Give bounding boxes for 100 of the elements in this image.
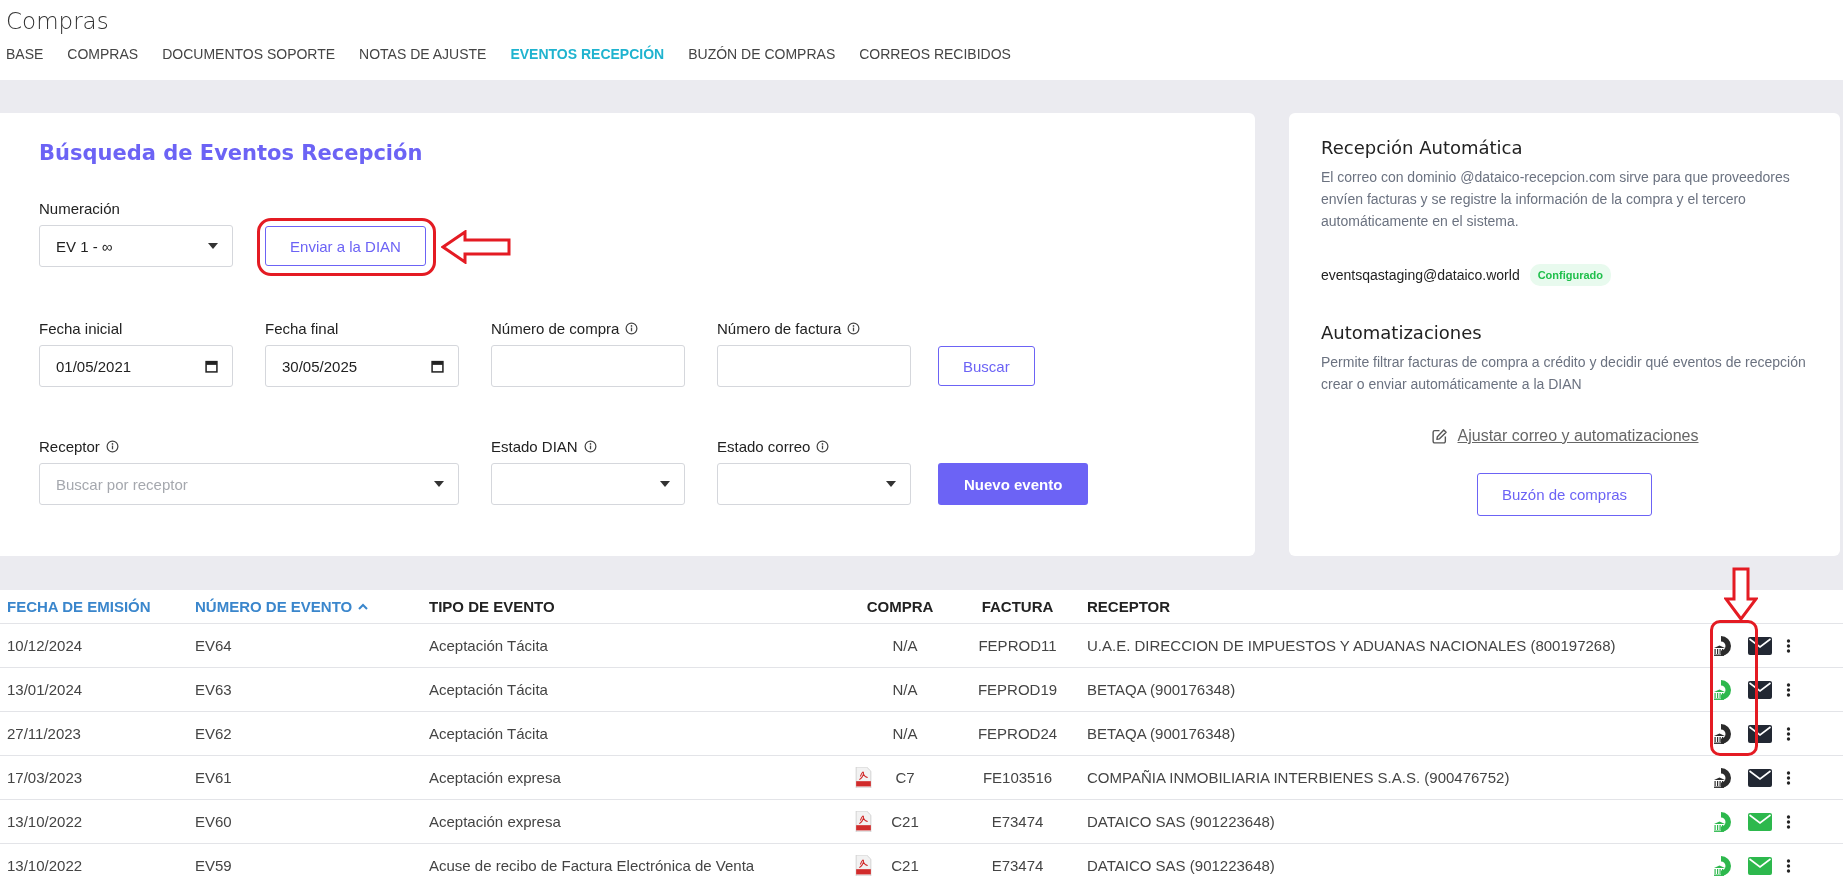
mail-icon[interactable] bbox=[1748, 724, 1772, 743]
table-cell-text: E73474 bbox=[990, 857, 1045, 874]
table-cell-text: 13/10/2022 bbox=[6, 813, 84, 830]
mail-icon[interactable] bbox=[1748, 636, 1772, 655]
dian-status-icon[interactable] bbox=[1712, 634, 1734, 657]
column-header[interactable]: NÚMERO DE EVENTO bbox=[195, 598, 429, 615]
select-field[interactable]: EV 1 - ∞ bbox=[39, 225, 233, 267]
info-icon bbox=[625, 321, 639, 335]
table-cell-text: C7 bbox=[894, 769, 916, 786]
table-cell-text: Aceptación expresa bbox=[429, 769, 562, 786]
input-field[interactable] bbox=[717, 345, 911, 387]
select-field[interactable] bbox=[491, 463, 685, 505]
table-cell-text: FEPROD24 bbox=[976, 725, 1059, 742]
table-cell-text: C21 bbox=[890, 813, 920, 830]
pdf-file-icon[interactable] bbox=[855, 855, 872, 876]
table-cell-text: N/A bbox=[891, 725, 919, 742]
table-cell-text: EV62 bbox=[195, 725, 233, 742]
nav-tab[interactable]: BUZÓN DE COMPRAS bbox=[688, 46, 836, 62]
section-title: Recepción Automática bbox=[1321, 137, 1524, 158]
table-cell-text: Aceptación expresa bbox=[429, 813, 562, 830]
field-label: Estado DIAN bbox=[491, 437, 578, 455]
table-cell-text: Aceptación Tácita bbox=[429, 681, 549, 698]
pdf-file-icon[interactable] bbox=[855, 767, 872, 788]
table-cell-text: 13/10/2022 bbox=[6, 857, 84, 874]
field-label: Receptor bbox=[39, 437, 100, 455]
dropdown-caret-icon bbox=[886, 481, 896, 487]
table-cell-text: 13/01/2024 bbox=[6, 681, 84, 698]
date-field[interactable]: 30/05/2025 bbox=[265, 345, 459, 387]
section-title: Automatizaciones bbox=[1321, 322, 1483, 343]
field-label: Número de factura bbox=[717, 319, 842, 337]
info-icon bbox=[816, 439, 830, 453]
sort-caret-icon bbox=[358, 603, 369, 610]
table-cell-text: U.A.E. DIRECCION DE IMPUESTOS Y ADUANAS NACIONALES (800197268) bbox=[1086, 637, 1617, 654]
dian-status-icon[interactable] bbox=[1712, 722, 1734, 745]
table-cell-text: BETAQA (900176348) bbox=[1086, 725, 1237, 742]
table-cell-text: DATAICO SAS (901223648) bbox=[1086, 813, 1276, 830]
more-options-icon[interactable] bbox=[1786, 725, 1791, 742]
table-cell-text: FEPROD19 bbox=[976, 681, 1059, 698]
table-cell-text: FEPROD11 bbox=[977, 637, 1058, 654]
search-button[interactable]: Buscar bbox=[938, 346, 1035, 386]
pdf-file-icon[interactable] bbox=[855, 811, 872, 832]
calendar-icon bbox=[205, 359, 218, 373]
nav-tab[interactable]: BASE bbox=[6, 46, 44, 62]
field-label: Fecha inicial bbox=[39, 319, 123, 337]
more-options-icon[interactable] bbox=[1786, 813, 1791, 830]
column-header[interactable]: FECHA DE EMISIÓN bbox=[0, 598, 195, 615]
info-icon bbox=[583, 439, 597, 453]
table-cell-text: COMPAÑIA INMOBILIARIA INTERBIENES S.A.S. (900476752) bbox=[1086, 769, 1511, 786]
input-field[interactable] bbox=[491, 345, 685, 387]
edit-icon bbox=[1430, 427, 1448, 445]
select-field[interactable] bbox=[717, 463, 911, 505]
inbox-button[interactable]: Buzón de compras bbox=[1476, 473, 1653, 516]
table-cell-text: DATAICO SAS (901223648) bbox=[1086, 857, 1276, 874]
table-cell-text: 10/12/2024 bbox=[6, 637, 84, 654]
mail-icon[interactable] bbox=[1748, 768, 1772, 787]
more-options-icon[interactable] bbox=[1786, 681, 1791, 698]
send-button[interactable]: Enviar a la DIAN bbox=[265, 226, 426, 266]
more-options-icon[interactable] bbox=[1786, 857, 1791, 874]
email-address: eventsqastaging@dataico.world bbox=[1321, 267, 1520, 283]
field-label: Fecha final bbox=[265, 319, 339, 337]
table-cell-text: E73474 bbox=[990, 813, 1045, 830]
table-cell-text: EV61 bbox=[195, 769, 233, 786]
table-cell-text: 17/03/2023 bbox=[6, 769, 84, 786]
dropdown-caret-icon bbox=[208, 243, 218, 249]
dropdown-caret-icon bbox=[434, 481, 444, 487]
field-label: Numeración bbox=[39, 199, 120, 217]
column-header: FACTURA bbox=[980, 598, 1055, 615]
dropdown-caret-icon bbox=[660, 481, 670, 487]
date-field[interactable]: 01/05/2021 bbox=[39, 345, 233, 387]
table-cell-text: EV60 bbox=[195, 813, 233, 830]
status-badge: Configurado bbox=[1529, 264, 1612, 286]
table-cell-text: N/A bbox=[891, 637, 919, 654]
column-header: TIPO DE EVENTO bbox=[429, 598, 556, 615]
settings-link[interactable]: Ajustar correo y automatizaciones bbox=[1457, 427, 1699, 445]
table-cell-text: EV59 bbox=[195, 857, 233, 874]
mail-icon[interactable] bbox=[1748, 680, 1772, 699]
table-cell-text: Acuse de recibo de Factura Electrónica de Venta bbox=[429, 857, 756, 874]
table-cell-text: C21 bbox=[890, 857, 920, 874]
nav-tab[interactable]: COMPRAS bbox=[67, 46, 139, 62]
new-event-button[interactable]: Nuevo evento bbox=[938, 463, 1089, 505]
field-label: Estado correo bbox=[717, 437, 811, 455]
nav-tab[interactable]: NOTAS DE AJUSTE bbox=[359, 46, 487, 62]
table-cell-text: BETAQA (900176348) bbox=[1086, 681, 1237, 698]
table-cell-text: 27/11/2023 bbox=[6, 725, 82, 742]
more-options-icon[interactable] bbox=[1786, 637, 1791, 654]
field-label: Número de compra bbox=[491, 319, 620, 337]
column-header: COMPRA bbox=[865, 598, 935, 615]
card-title: Búsqueda de Eventos Recepción bbox=[39, 141, 424, 165]
description-text: Permite filtrar facturas de compra a crédito y decidir qué eventos de recepción crear o enviar automáticamente a la DIAN bbox=[1321, 353, 1807, 394]
table-cell-text: EV63 bbox=[195, 681, 233, 698]
more-options-icon[interactable] bbox=[1786, 769, 1791, 786]
table-cell-text: Aceptación Tácita bbox=[429, 637, 549, 654]
table-cell-text: N/A bbox=[891, 681, 919, 698]
dian-status-icon[interactable] bbox=[1712, 766, 1734, 789]
column-header: RECEPTOR bbox=[1086, 598, 1172, 615]
nav-tab[interactable]: DOCUMENTOS SOPORTE bbox=[162, 46, 336, 62]
nav-tab[interactable]: CORREOS RECIBIDOS bbox=[859, 46, 1011, 62]
info-icon bbox=[105, 439, 119, 453]
table-cell-text: Aceptación Tácita bbox=[429, 725, 549, 742]
calendar-icon bbox=[431, 359, 444, 373]
